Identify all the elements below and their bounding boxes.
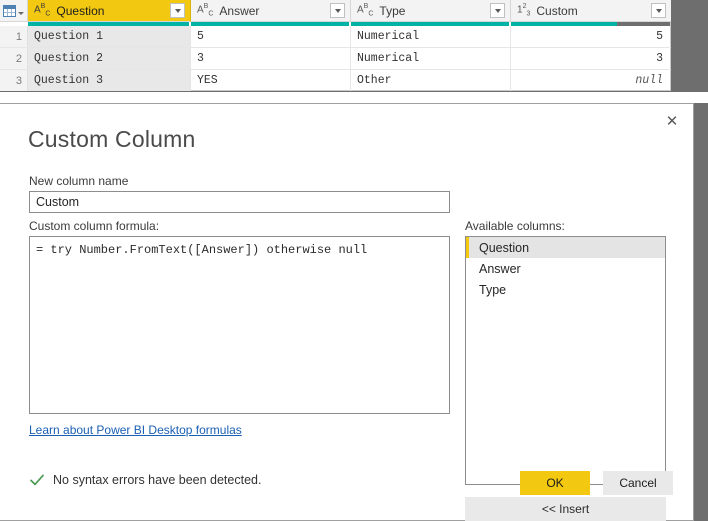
row-number: 3	[0, 70, 28, 91]
cell-answer[interactable]: 5	[191, 26, 351, 47]
abc-text-type-icon: ABC	[34, 3, 51, 18]
cell-question[interactable]: Question 1	[28, 26, 191, 47]
column-header-answer[interactable]: ABC Answer	[191, 0, 351, 22]
list-item[interactable]: Answer	[466, 258, 665, 279]
dialog-title: Custom Column	[28, 126, 196, 152]
abc-text-type-icon: ABC	[357, 3, 374, 18]
formula-input[interactable]	[30, 237, 449, 413]
cell-question[interactable]: Question 3	[28, 70, 191, 91]
cell-type[interactable]: Numerical	[351, 26, 511, 47]
column-header-label: Answer	[219, 3, 260, 18]
cancel-button[interactable]: Cancel	[603, 471, 673, 495]
column-header-question[interactable]: ABC Question	[28, 0, 191, 22]
list-item[interactable]: Question	[466, 237, 665, 258]
data-preview-table: ABC Question ABC Answer ABC Type 123 Cus…	[0, 0, 671, 91]
abc-text-type-icon: ABC	[197, 3, 214, 18]
green-check-icon	[30, 474, 44, 486]
list-item[interactable]: Type	[466, 279, 665, 300]
available-columns-label: Available columns:	[465, 219, 565, 233]
custom-column-dialog: ✕ Custom Column New column name Custom c…	[0, 103, 694, 521]
learn-formulas-link[interactable]: Learn about Power BI Desktop formulas	[29, 423, 242, 437]
window-backdrop	[694, 103, 708, 521]
status-text: No syntax errors have been detected.	[53, 473, 262, 487]
column-header-type[interactable]: ABC Type	[351, 0, 511, 22]
status-message: No syntax errors have been detected.	[29, 472, 261, 488]
table-row[interactable]: 1 Question 1 5 Numerical 5	[0, 26, 671, 48]
column-header-label: Type	[379, 3, 406, 18]
table-row[interactable]: 2 Question 2 3 Numerical 3	[0, 48, 671, 70]
123-number-type-icon: 123	[517, 3, 531, 18]
new-column-name-input[interactable]	[29, 191, 450, 213]
filter-dropdown-icon[interactable]	[330, 3, 345, 18]
cell-custom[interactable]: null	[511, 70, 671, 91]
data-preview-grid-area: ABC Question ABC Answer ABC Type 123 Cus…	[0, 0, 708, 92]
available-columns-list[interactable]: Question Answer Type	[465, 236, 666, 485]
cell-answer[interactable]: 3	[191, 48, 351, 69]
grid-header-row: ABC Question ABC Answer ABC Type 123 Cus…	[0, 0, 671, 22]
formula-editor[interactable]	[29, 236, 450, 414]
filter-dropdown-icon[interactable]	[651, 3, 666, 18]
cell-custom[interactable]: 3	[511, 48, 671, 69]
insert-button[interactable]: << Insert	[465, 497, 666, 521]
cell-type[interactable]: Other	[351, 70, 511, 91]
new-column-name-label: New column name	[29, 174, 129, 188]
row-number: 2	[0, 48, 28, 69]
cell-custom[interactable]: 5	[511, 26, 671, 47]
chevron-down-icon	[18, 11, 24, 15]
table-row[interactable]: 3 Question 3 YES Other null	[0, 70, 671, 92]
filter-dropdown-icon[interactable]	[170, 3, 185, 18]
formula-label: Custom column formula:	[29, 219, 160, 233]
row-number: 1	[0, 26, 28, 47]
close-icon[interactable]: ✕	[659, 109, 685, 133]
cell-type[interactable]: Numerical	[351, 48, 511, 69]
column-header-custom[interactable]: 123 Custom	[511, 0, 671, 22]
table-grid-icon	[3, 4, 16, 17]
cell-answer[interactable]: YES	[191, 70, 351, 91]
select-all-table-button[interactable]	[0, 0, 28, 22]
filter-dropdown-icon[interactable]	[490, 3, 505, 18]
cell-question[interactable]: Question 2	[28, 48, 191, 69]
column-header-label: Custom	[536, 3, 578, 18]
column-header-label: Question	[56, 3, 105, 18]
ok-button[interactable]: OK	[520, 471, 590, 495]
